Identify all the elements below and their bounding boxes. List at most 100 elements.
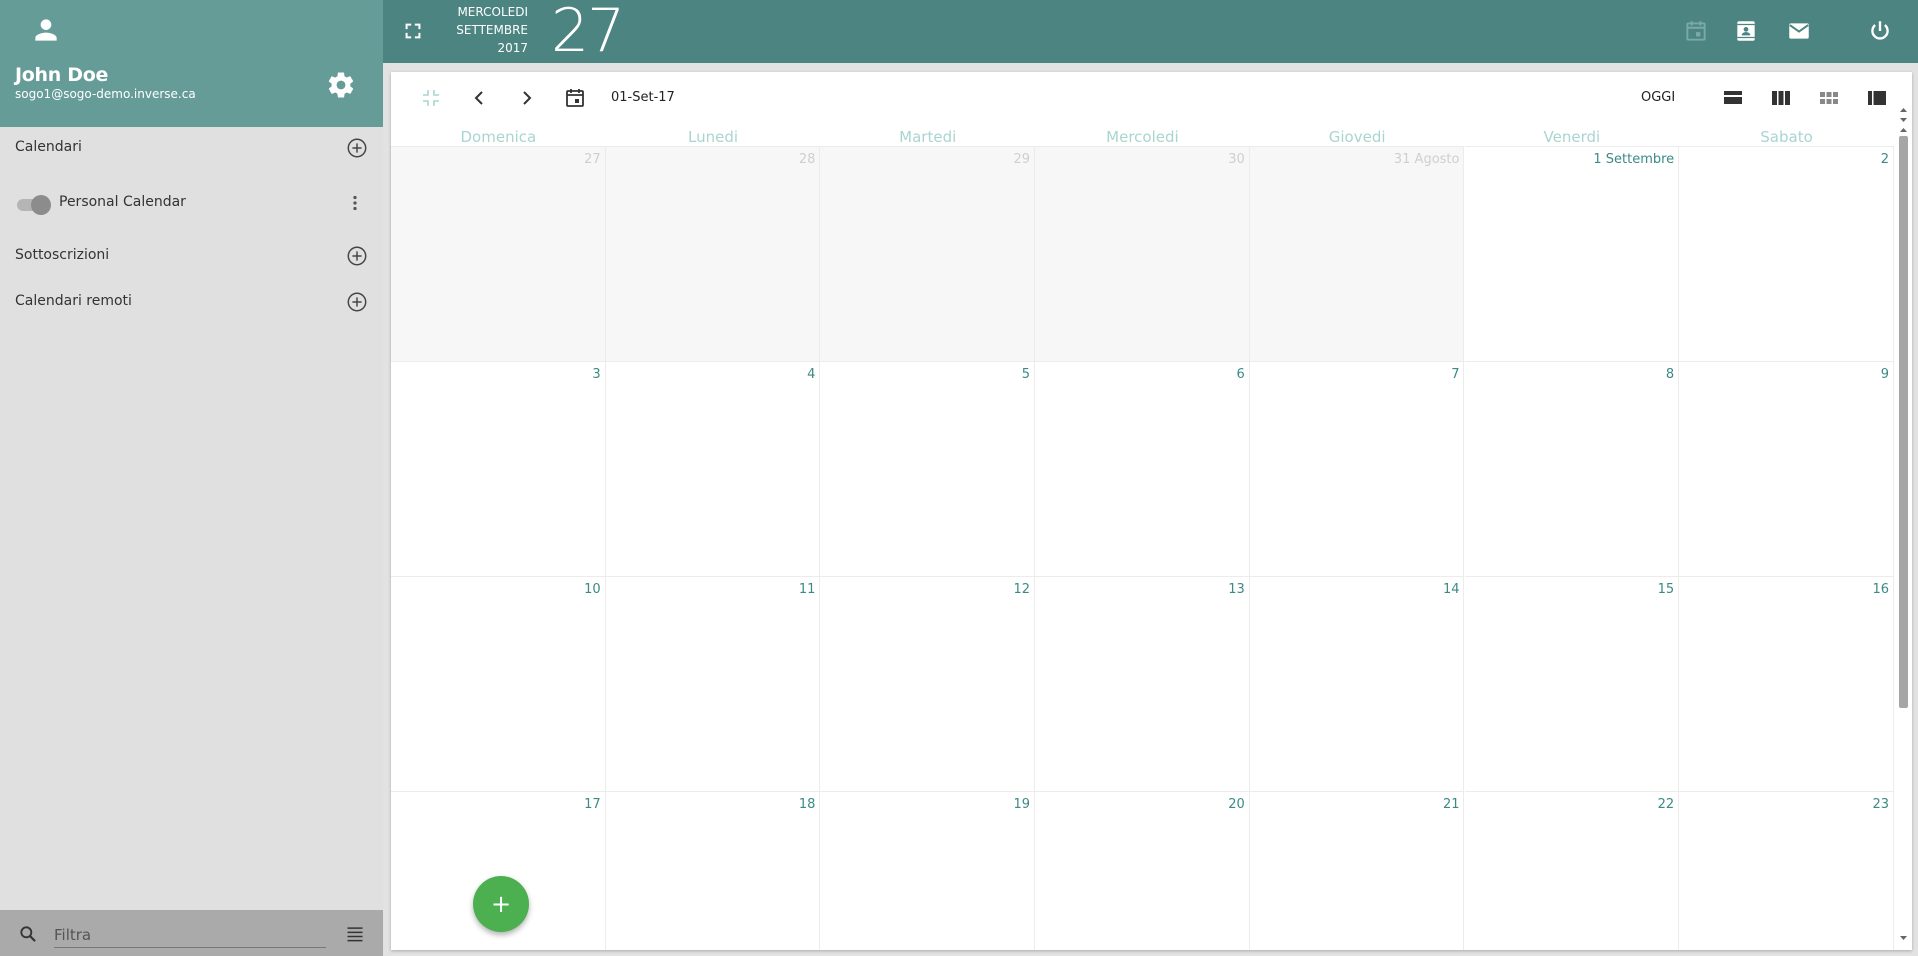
search-icon — [20, 926, 36, 942]
day-number: 20 — [1228, 797, 1245, 812]
scrollbar-thumb[interactable] — [1899, 136, 1908, 708]
current-date-label[interactable]: 01-Set-17 — [611, 90, 675, 105]
scroll-arrows-icon[interactable] — [1898, 104, 1909, 126]
day-number: 17 — [584, 797, 601, 812]
day-number: 4 — [807, 367, 816, 382]
day-cell[interactable]: 29 — [820, 146, 1036, 361]
day-cell[interactable]: 4 — [605, 361, 821, 576]
more-vert-icon[interactable] — [344, 191, 366, 215]
day-cell[interactable]: 21 — [1249, 791, 1465, 950]
day-cell[interactable]: 15 — [1464, 576, 1680, 791]
user-email: sogo1@sogo-demo.inverse.ca — [15, 87, 196, 101]
add-subscription-icon[interactable] — [346, 245, 368, 267]
month-grid: 27 28 29 30 31 Agosto 1 Settembre 2 3 4 … — [391, 146, 1894, 950]
view-week-icon[interactable] — [1769, 86, 1793, 110]
day-cell[interactable]: 16 — [1679, 576, 1894, 791]
event-icon[interactable] — [1683, 18, 1709, 44]
day-number: 12 — [1013, 582, 1031, 597]
view-day-icon[interactable] — [1721, 86, 1745, 110]
calendar-panel: 01-Set-17 OGGI Domenica Lunedi Martedi M… — [391, 72, 1912, 950]
view-module-icon[interactable] — [1817, 86, 1841, 110]
day-cell[interactable]: 20 — [1035, 791, 1250, 950]
fullscreen-exit-icon[interactable] — [419, 86, 443, 110]
filter-input[interactable] — [54, 922, 326, 948]
scrollbar[interactable] — [1894, 104, 1912, 950]
day-cell[interactable]: 1 Settembre — [1464, 146, 1680, 361]
list-icon[interactable] — [344, 924, 366, 944]
day-cell[interactable]: 12 — [820, 576, 1036, 791]
view-list-icon[interactable] — [1865, 86, 1889, 110]
current-month: SETTEMBRE — [456, 23, 528, 37]
day-cell[interactable]: 11 — [605, 576, 821, 791]
day-number: 3 — [592, 367, 601, 382]
day-cell[interactable]: 14 — [1249, 576, 1465, 791]
filter-bar — [0, 910, 383, 956]
remote-calendars-label: Calendari remoti — [15, 293, 132, 309]
calendar-item-label: Personal Calendar — [59, 194, 186, 210]
day-number: 13 — [1228, 582, 1245, 597]
day-cell[interactable]: 8 — [1464, 361, 1680, 576]
day-number: 10 — [584, 582, 601, 597]
add-remote-calendar-icon[interactable] — [346, 291, 368, 313]
day-number: 27 — [584, 152, 601, 167]
day-cell[interactable]: 6 — [1035, 361, 1250, 576]
day-cell[interactable]: 22 — [1464, 791, 1680, 950]
day-cell[interactable]: 10 — [391, 576, 606, 791]
calendar-toggle[interactable] — [15, 195, 51, 215]
day-number: 31 Agosto — [1393, 152, 1460, 167]
chevron-left-icon[interactable] — [467, 86, 491, 110]
day-cell[interactable]: 23 — [1679, 791, 1894, 950]
day-number: 28 — [798, 152, 816, 167]
user-panel: John Doe sogo1@sogo-demo.inverse.ca — [0, 0, 383, 127]
day-number: 23 — [1872, 797, 1889, 812]
calendars-label: Calendari — [15, 139, 82, 155]
day-cell[interactable]: 5 — [820, 361, 1036, 576]
day-cell[interactable]: 30 — [1035, 146, 1250, 361]
day-cell[interactable]: 13 — [1035, 576, 1250, 791]
add-event-button[interactable]: + — [473, 876, 529, 932]
day-number: 7 — [1451, 367, 1460, 382]
day-cell[interactable]: 31 Agosto — [1249, 146, 1465, 361]
calendar-icon[interactable] — [563, 86, 587, 110]
fullscreen-icon[interactable] — [402, 20, 424, 42]
day-number: 21 — [1442, 797, 1460, 812]
contacts-icon[interactable] — [1733, 18, 1759, 44]
day-number: 15 — [1657, 582, 1675, 597]
day-number: 5 — [1021, 367, 1031, 382]
chevron-right-icon[interactable] — [515, 86, 539, 110]
day-number: 8 — [1665, 367, 1675, 382]
current-weekday: MERCOLEDI — [457, 5, 528, 19]
calendar-item-personal[interactable]: Personal Calendar — [0, 183, 383, 223]
calendars-section: Calendari — [0, 129, 383, 169]
user-name: John Doe — [15, 64, 109, 86]
day-number: 1 Settembre — [1593, 152, 1675, 167]
top-bar: MERCOLEDI SETTEMBRE 2017 27 — [383, 0, 1918, 66]
day-number: 11 — [798, 582, 816, 597]
day-cell[interactable]: 2 — [1679, 146, 1894, 361]
day-cell[interactable]: 28 — [605, 146, 821, 361]
day-number: 30 — [1228, 152, 1245, 167]
current-day: 27 — [551, 0, 625, 66]
today-button[interactable]: OGGI — [1641, 90, 1675, 105]
day-cell[interactable]: 9 — [1679, 361, 1894, 576]
day-number: 16 — [1872, 582, 1889, 597]
subscriptions-label: Sottoscrizioni — [15, 247, 110, 263]
day-number: 9 — [1880, 367, 1889, 382]
person-icon[interactable] — [30, 14, 62, 46]
add-calendar-icon[interactable] — [346, 137, 368, 159]
gear-icon[interactable] — [326, 70, 356, 100]
mail-icon[interactable] — [1786, 18, 1812, 44]
remote-calendars-section: Calendari remoti — [0, 283, 383, 323]
power-icon[interactable] — [1867, 18, 1893, 44]
day-number: 14 — [1442, 582, 1460, 597]
day-number: 22 — [1657, 797, 1675, 812]
scroll-down-icon[interactable] — [1898, 934, 1909, 942]
day-cell[interactable]: 19 — [820, 791, 1036, 950]
day-cell[interactable]: 27 — [391, 146, 606, 361]
day-cell[interactable]: 7 — [1249, 361, 1465, 576]
day-cell[interactable]: 18 — [605, 791, 821, 950]
sidebar: John Doe sogo1@sogo-demo.inverse.ca Cale… — [0, 0, 383, 956]
day-cell[interactable]: 3 — [391, 361, 606, 576]
day-number: 6 — [1236, 367, 1245, 382]
scroll-up-icon[interactable] — [1898, 126, 1909, 134]
